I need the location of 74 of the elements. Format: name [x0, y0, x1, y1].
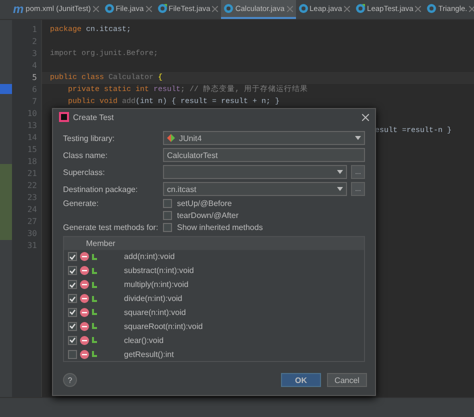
method-icon [80, 252, 89, 262]
checkbox[interactable] [68, 280, 77, 290]
method-icon [80, 350, 89, 359]
field-label: Destination package: [63, 184, 139, 194]
checkbox-label: Show inherited methods [177, 223, 263, 232]
checkbox[interactable] [68, 350, 77, 359]
close-icon[interactable] [92, 6, 99, 12]
class-icon [427, 4, 436, 13]
close-icon[interactable] [146, 6, 152, 12]
help-button[interactable]: ? [63, 373, 77, 387]
field-label: Superclass: [63, 168, 106, 176]
method-icon [80, 294, 89, 303]
checkbox-label: setUp/@Before [177, 199, 232, 208]
method-icon [80, 308, 89, 317]
checkbox[interactable] [163, 223, 172, 232]
table-cell: square(n:int):void [124, 308, 186, 317]
close-icon[interactable] [362, 114, 369, 120]
class-icon [224, 4, 234, 13]
public-icon [92, 337, 97, 344]
table-cell: getResult():int [124, 350, 174, 359]
method-icon [80, 336, 89, 345]
public-icon [92, 323, 97, 330]
caret-icon [337, 187, 343, 191]
checkbox[interactable] [68, 336, 77, 345]
column-header: Member [86, 238, 116, 248]
field-label: Testing library: [63, 134, 116, 142]
dialog-title: Create Test [73, 112, 115, 122]
public-icon [92, 254, 97, 260]
checkbox[interactable] [163, 211, 172, 220]
table-cell: squareRoot(n:int):void [124, 322, 203, 331]
test-class-icon [158, 4, 167, 13]
method-icon [80, 322, 89, 331]
public-icon [92, 351, 97, 358]
ok-button[interactable]: OK [281, 373, 321, 387]
checkbox[interactable] [68, 322, 77, 331]
superclass-dropdown[interactable] [163, 165, 347, 179]
public-icon [92, 296, 97, 302]
table-cell: substract(n:int):void [124, 266, 194, 276]
field-label: Generate test methods for: [63, 223, 160, 232]
close-icon[interactable] [415, 6, 422, 12]
app-icon [59, 112, 69, 122]
test-class-icon [356, 4, 366, 13]
method-icon [80, 266, 89, 276]
testing-library-dropdown[interactable]: JUnit4 [163, 131, 365, 145]
checkbox[interactable] [68, 294, 77, 303]
close-icon[interactable] [212, 6, 218, 12]
input-field[interactable]: CalculatorTest [163, 148, 365, 162]
checkbox[interactable] [68, 252, 77, 262]
checkbox[interactable] [68, 266, 77, 276]
selection-marker [0, 84, 12, 94]
field-label: Generate: [63, 199, 100, 208]
public-icon [92, 268, 97, 274]
checkbox[interactable] [68, 308, 77, 317]
close-icon[interactable] [469, 6, 474, 12]
table-cell: multiply(n:int):void [124, 280, 188, 290]
cancel-button[interactable]: Cancel [327, 373, 367, 387]
checkbox[interactable] [163, 199, 172, 208]
maven-icon: m [13, 2, 24, 16]
public-icon [92, 309, 97, 316]
checkbox-label: tearDown/@After [177, 211, 238, 220]
class-icon [298, 4, 308, 13]
table-cell: add(n:int):void [124, 252, 175, 262]
package-dropdown[interactable]: cn.itcast [163, 182, 347, 196]
method-icon [80, 280, 89, 290]
class-icon [104, 4, 114, 13]
junit-icon [167, 134, 175, 142]
line-number: 5 [32, 72, 37, 84]
close-icon[interactable] [344, 6, 350, 12]
public-icon [92, 282, 97, 288]
caret-icon [355, 136, 361, 140]
table-cell: divide(n:int):void [124, 294, 182, 303]
table-cell: clear():void [124, 336, 164, 345]
field-label: Class name: [63, 150, 108, 160]
caret-icon [337, 170, 343, 174]
